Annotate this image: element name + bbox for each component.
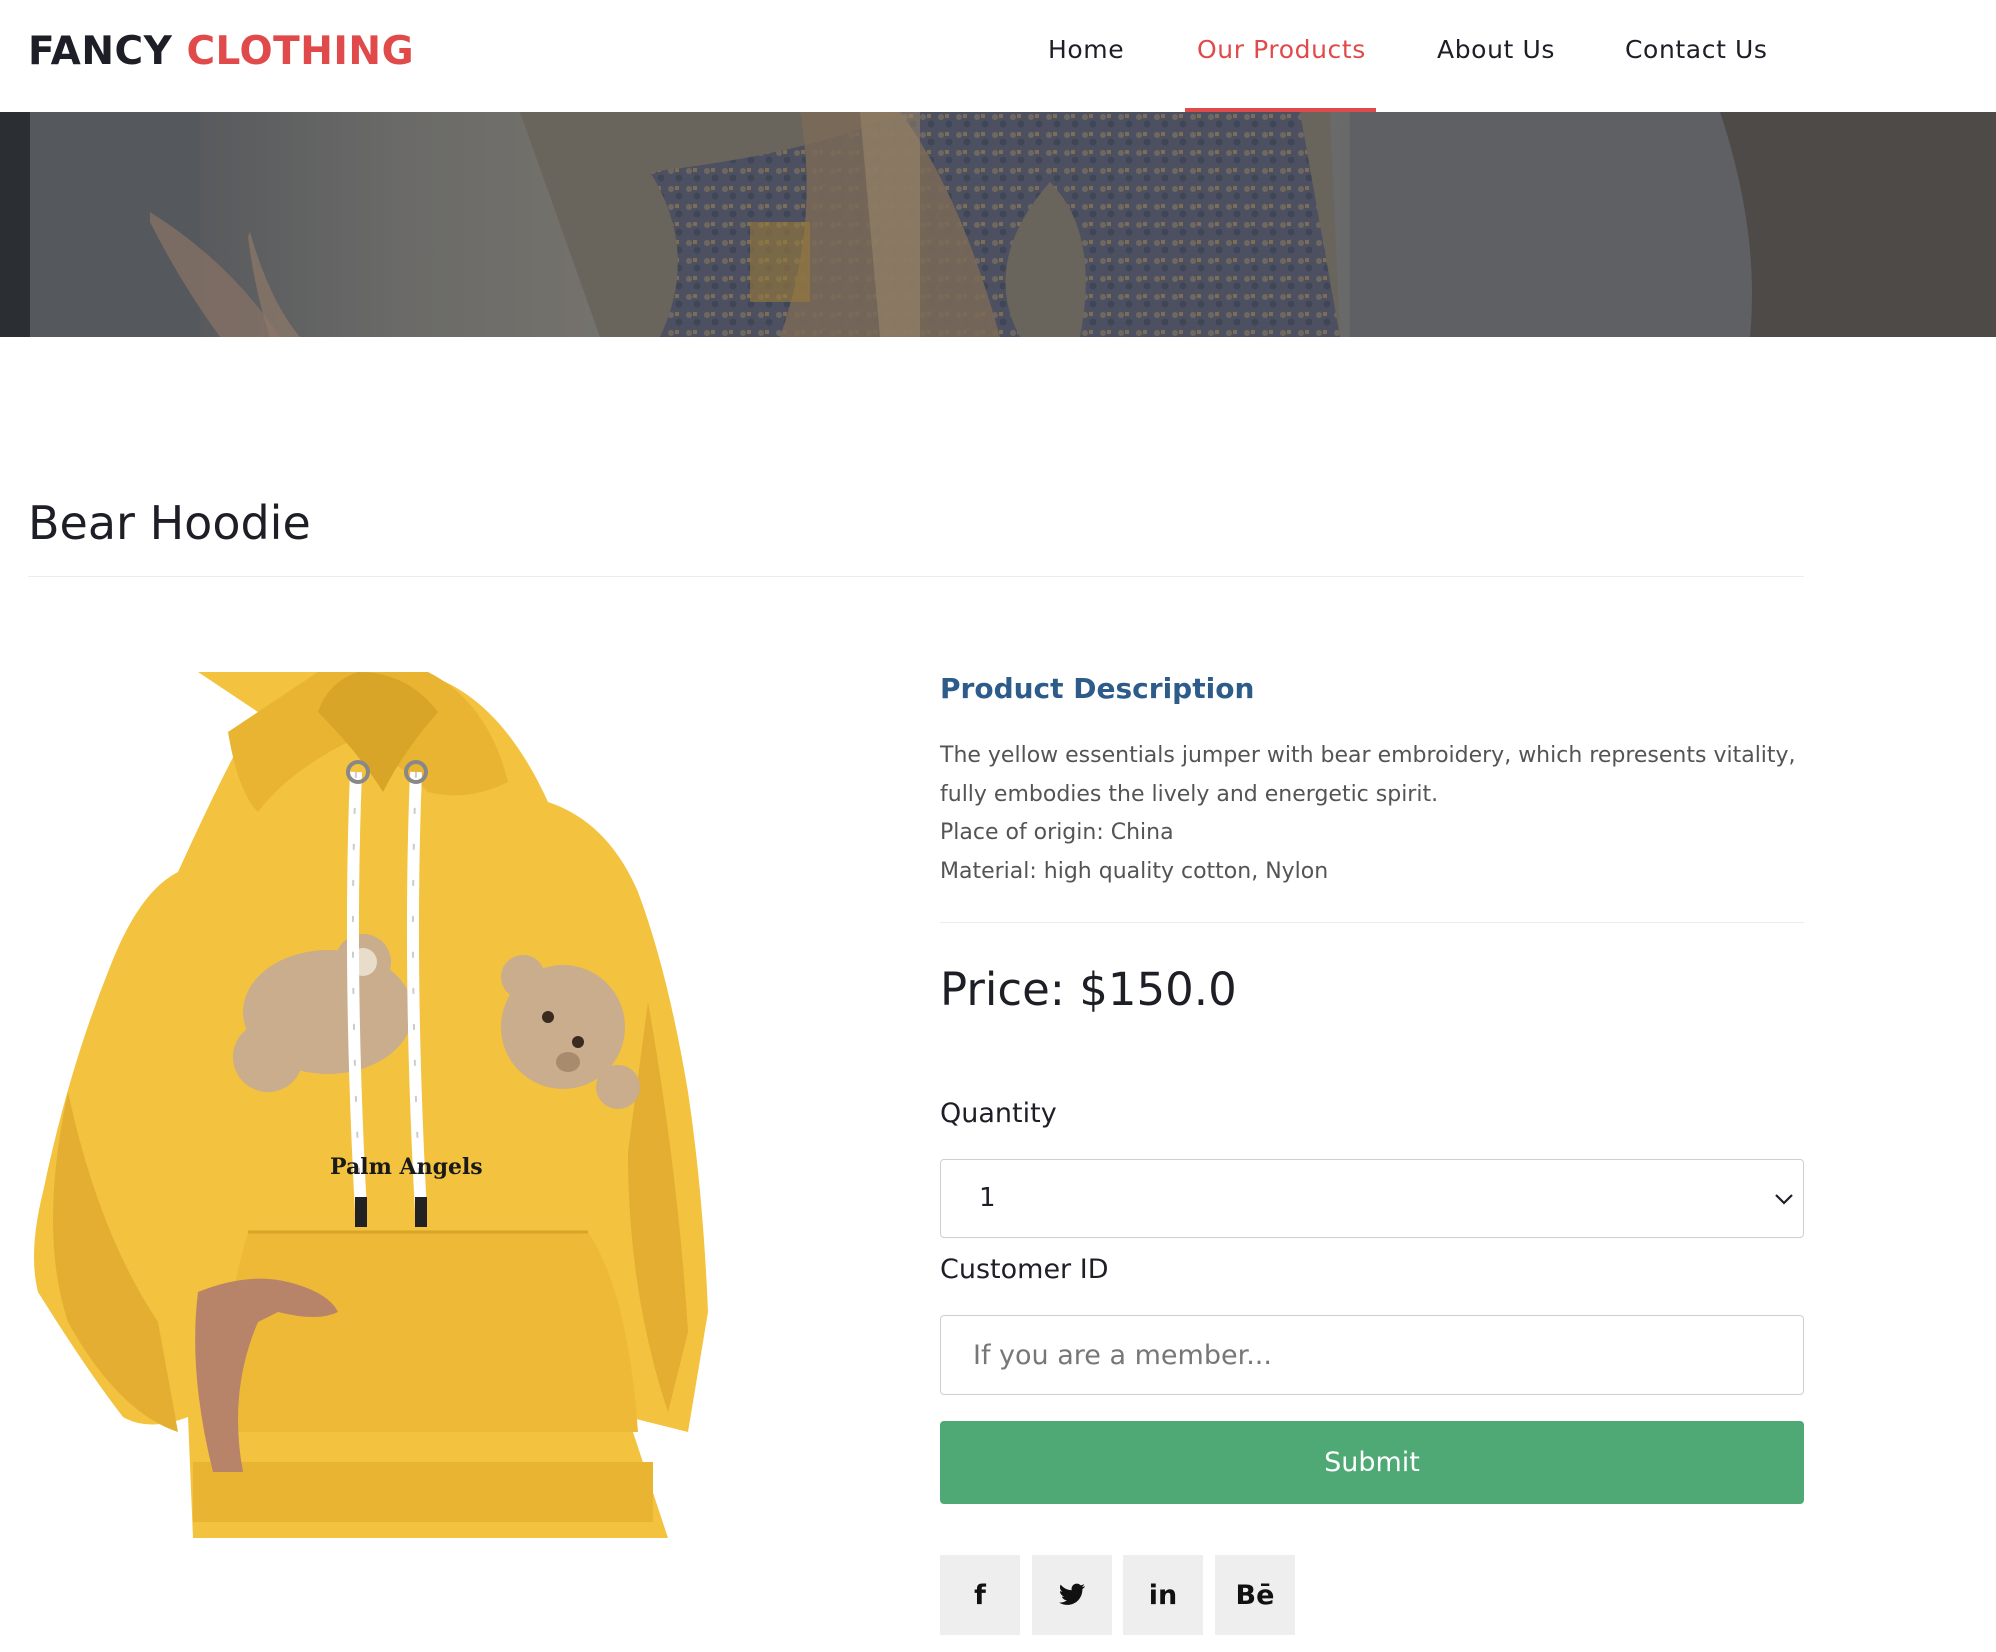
product-description: The yellow essentials jumper with bear e… bbox=[940, 737, 1810, 891]
twitter-bird-glyph bbox=[1058, 1583, 1086, 1605]
linkedin-icon[interactable]: in bbox=[1123, 1555, 1203, 1635]
product-description-heading: Product Description bbox=[940, 672, 1255, 705]
title-divider bbox=[28, 576, 1804, 577]
customer-id-label: Customer ID bbox=[940, 1254, 1109, 1285]
product-image: Palm Angels bbox=[28, 672, 898, 1538]
hero-banner-image bbox=[0, 112, 1996, 337]
site-header: FANCY CLOTHING Home Our Products About U… bbox=[0, 0, 1996, 112]
submit-button[interactable]: Submit bbox=[940, 1421, 1804, 1504]
logo-text-clothing: CLOTHING bbox=[186, 29, 415, 74]
nav-home[interactable]: Home bbox=[1048, 30, 1124, 70]
logo-text-fancy: FANCY bbox=[28, 29, 173, 74]
quantity-value: 1 bbox=[979, 1183, 996, 1213]
site-logo[interactable]: FANCY CLOTHING bbox=[28, 28, 414, 76]
product-price: Price: $150.0 bbox=[940, 963, 1237, 1016]
material: Material: high quality cotton, Nylon bbox=[940, 858, 1329, 884]
facebook-icon[interactable]: f bbox=[940, 1555, 1020, 1635]
description-line: fully embodies the lively and energetic … bbox=[940, 781, 1439, 807]
nav-contact-us[interactable]: Contact Us bbox=[1625, 30, 1768, 70]
product-title: Bear Hoodie bbox=[28, 496, 311, 550]
linkedin-glyph: in bbox=[1148, 1579, 1178, 1611]
customer-id-input[interactable] bbox=[940, 1315, 1804, 1395]
hero-banner bbox=[0, 112, 1996, 337]
behance-icon[interactable]: Bē bbox=[1215, 1555, 1295, 1635]
quantity-label: Quantity bbox=[940, 1098, 1057, 1129]
twitter-icon[interactable] bbox=[1032, 1555, 1112, 1635]
hoodie-print-text: Palm Angels bbox=[330, 1154, 483, 1180]
description-line: The yellow essentials jumper with bear e… bbox=[940, 743, 1796, 768]
chevron-down-icon bbox=[1775, 1194, 1793, 1205]
nav-our-products[interactable]: Our Products bbox=[1197, 30, 1366, 70]
description-divider bbox=[940, 922, 1804, 923]
quantity-select[interactable]: 1 bbox=[940, 1159, 1804, 1238]
place-of-origin: Place of origin: China bbox=[940, 820, 1174, 845]
behance-glyph: Bē bbox=[1235, 1579, 1275, 1611]
nav-about-us[interactable]: About Us bbox=[1437, 30, 1555, 70]
facebook-glyph: f bbox=[974, 1579, 986, 1611]
